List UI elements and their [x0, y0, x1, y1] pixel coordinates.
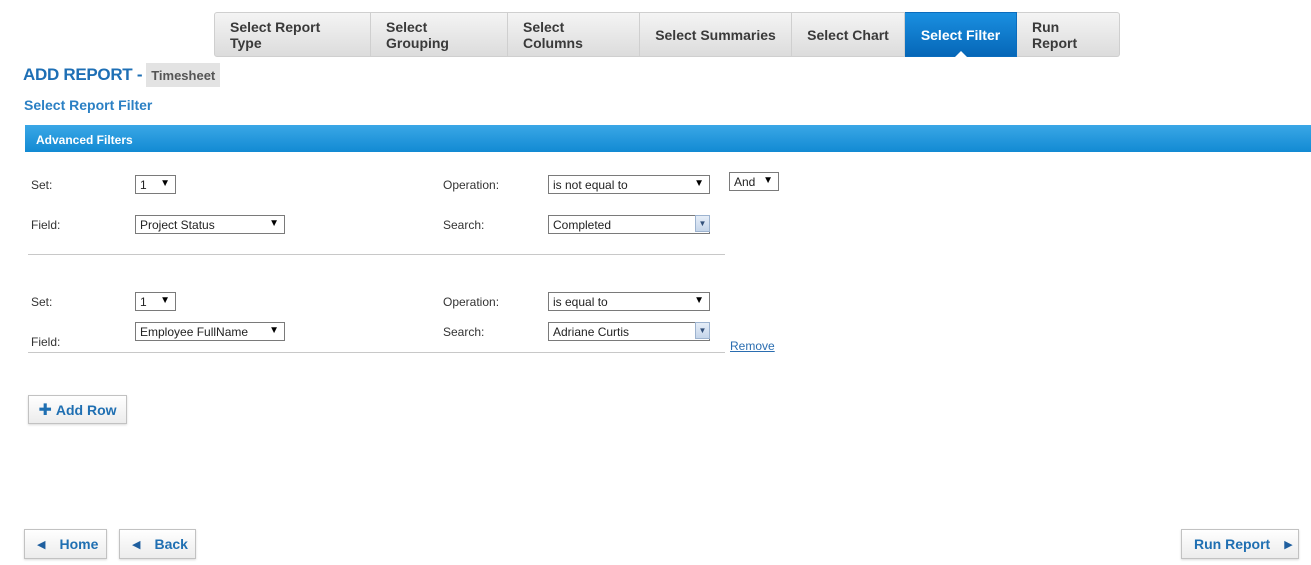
set-label: Set:: [31, 178, 53, 192]
tab-label: Select Filter: [920, 26, 1001, 43]
set-select[interactable]: 1 ▼: [135, 175, 176, 194]
remove-row-link[interactable]: Remove: [730, 339, 775, 353]
field-value: Project Status: [140, 218, 215, 232]
operation-value: is equal to: [553, 295, 608, 309]
triangle-right-icon: ▶: [1284, 538, 1293, 551]
report-type-badge: Timesheet: [146, 63, 221, 87]
search-label: Search:: [443, 218, 485, 232]
search-combobox[interactable]: Completed ▼: [548, 215, 710, 234]
back-button[interactable]: ◀ Back: [119, 529, 196, 559]
row-divider: [28, 254, 725, 255]
search-label: Search:: [443, 325, 485, 339]
field-select[interactable]: Project Status ▼: [135, 215, 285, 234]
dropdown-arrow-icon: ▼: [694, 178, 704, 189]
operation-label: Operation:: [443, 178, 500, 192]
tab-select-filter[interactable]: Select Filter: [905, 12, 1017, 57]
page-header: ADD REPORT - Timesheet: [23, 63, 221, 87]
run-report-label: Run Report: [1194, 536, 1271, 552]
dropdown-arrow-icon: ▼: [269, 325, 279, 336]
field-select[interactable]: Employee FullName ▼: [135, 322, 285, 341]
tab-label: Select Columns: [523, 18, 583, 51]
operation-value: is not equal to: [553, 178, 628, 192]
tab-label: Select Summaries: [655, 26, 776, 43]
conjunction-select[interactable]: And ▼: [729, 172, 779, 191]
operation-label: Operation:: [443, 295, 500, 309]
tab-run-report[interactable]: Run Report: [1017, 12, 1120, 57]
tab-label: Select Grouping: [386, 18, 449, 51]
plus-icon: ✚: [38, 401, 52, 419]
active-tab-caret-icon: [954, 51, 967, 57]
set-label: Set:: [31, 295, 53, 309]
tab-select-grouping[interactable]: Select Grouping: [371, 12, 508, 57]
dropdown-arrow-icon[interactable]: ▼: [695, 215, 710, 232]
search-value: Completed: [553, 218, 612, 232]
home-button[interactable]: ◀ Home: [24, 529, 107, 559]
triangle-left-icon: ◀: [132, 538, 141, 551]
search-value: Adriane Curtis: [553, 325, 630, 339]
tab-label: Select Chart: [807, 26, 889, 43]
page-subtitle: Select Report Filter: [24, 97, 153, 113]
dropdown-arrow-icon: ▼: [160, 295, 170, 306]
field-value: Employee FullName: [140, 325, 249, 339]
back-label: Back: [154, 536, 188, 552]
dropdown-arrow-icon: ▼: [160, 178, 170, 189]
field-label: Field:: [31, 218, 61, 232]
dropdown-arrow-icon: ▼: [694, 295, 704, 306]
tab-label: Run Report: [1032, 18, 1078, 51]
run-report-button[interactable]: Run Report ▶: [1181, 529, 1299, 559]
conjunction-value: And: [734, 175, 756, 189]
operation-select[interactable]: is not equal to ▼: [548, 175, 710, 194]
operation-select[interactable]: is equal to ▼: [548, 292, 710, 311]
field-label: Field:: [31, 335, 61, 349]
add-row-button[interactable]: ✚ Add Row: [28, 395, 127, 424]
row-divider: [28, 352, 725, 353]
tab-label: Select Report Type: [230, 18, 321, 51]
advanced-filters-header: Advanced Filters: [25, 125, 1311, 152]
page-title: ADD REPORT -: [23, 65, 143, 84]
home-label: Home: [59, 536, 99, 552]
search-combobox[interactable]: Adriane Curtis ▼: [548, 322, 710, 341]
set-select[interactable]: 1 ▼: [135, 292, 176, 311]
tab-select-summaries[interactable]: Select Summaries: [640, 12, 792, 57]
set-value: 1: [140, 295, 147, 309]
tab-select-chart[interactable]: Select Chart: [792, 12, 905, 57]
dropdown-arrow-icon[interactable]: ▼: [695, 322, 710, 339]
tab-select-columns[interactable]: Select Columns: [508, 12, 640, 57]
wizard-tabs: Select Report Type Select Grouping Selec…: [214, 12, 1120, 57]
set-value: 1: [140, 178, 147, 192]
add-row-label: Add Row: [55, 401, 117, 418]
triangle-left-icon: ◀: [37, 538, 46, 551]
dropdown-arrow-icon: ▼: [763, 175, 773, 186]
tab-select-report-type[interactable]: Select Report Type: [214, 12, 371, 57]
dropdown-arrow-icon: ▼: [269, 218, 279, 229]
